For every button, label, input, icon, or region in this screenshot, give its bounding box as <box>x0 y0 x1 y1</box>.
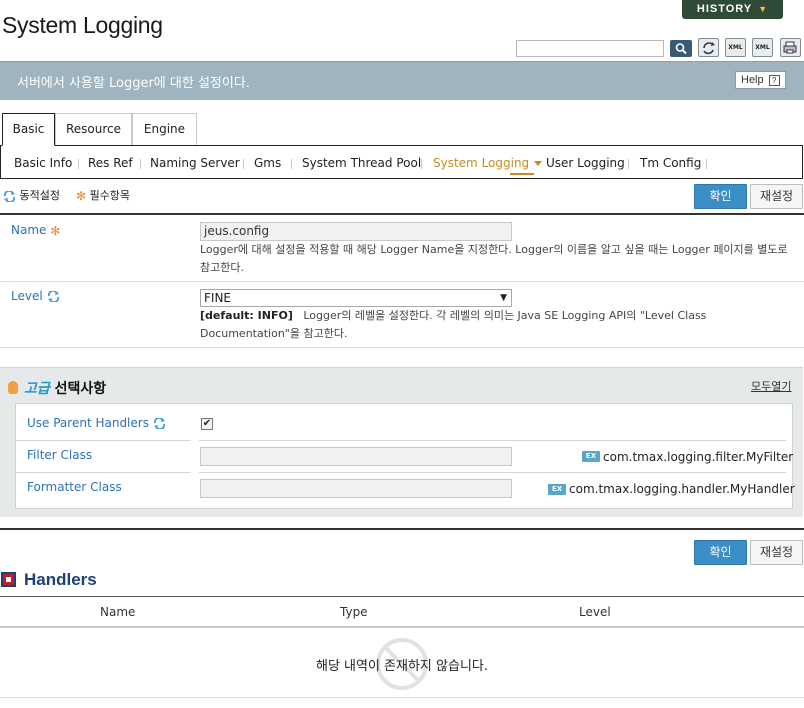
section-bottom-border <box>0 528 804 530</box>
row-divider <box>0 281 804 282</box>
dropdown-arrow-icon: ▼ <box>500 293 507 303</box>
table-bottom-border <box>0 697 804 698</box>
handlers-title: Handlers <box>24 570 97 589</box>
refresh-icon[interactable] <box>698 38 719 57</box>
level-select-value: FINE <box>204 291 231 305</box>
print-icon[interactable] <box>780 38 801 57</box>
formatter-class-label: Formatter Class <box>27 480 122 494</box>
subnav-tm-config[interactable]: Tm Config <box>640 156 701 170</box>
example-badge: EX <box>548 484 566 495</box>
subnav-system-logging-label: System Logging <box>433 156 530 170</box>
row-divider <box>0 347 804 348</box>
expand-all-link[interactable]: 모두열기 <box>751 378 791 394</box>
level-label-text: Level <box>11 289 43 303</box>
advanced-title-accent: 고급 <box>24 381 50 397</box>
subnav-separator <box>291 159 292 169</box>
table-header-border <box>0 626 804 628</box>
tab-basic[interactable]: Basic <box>2 113 55 146</box>
filter-class-example: com.tmax.logging.filter.MyFilter <box>603 450 794 464</box>
level-description: [default: INFO] Logger의 레벨을 설정한다. 각 레벨의 … <box>200 307 795 343</box>
xml-import-icon[interactable]: XML <box>752 38 773 57</box>
name-label: Name ✻ <box>11 223 60 238</box>
legend-dynamic: 동적설정 <box>3 187 60 203</box>
required-icon: ✻ <box>76 189 87 203</box>
form-top-border <box>0 213 804 215</box>
subnav-basic-info[interactable]: Basic Info <box>14 156 72 170</box>
advanced-title-rest: 선택사항 <box>49 381 107 397</box>
use-parent-handlers-text: Use Parent Handlers <box>27 416 149 430</box>
row-divider <box>16 472 191 473</box>
search-button[interactable] <box>670 40 692 57</box>
ok-button[interactable]: 확인 <box>694 184 747 209</box>
row-divider <box>199 440 786 441</box>
ok-button-bottom[interactable]: 확인 <box>694 540 747 565</box>
subnav-res-ref[interactable]: Res Ref <box>88 156 133 170</box>
legend-required: ✻ 필수항목 <box>76 187 130 203</box>
formatter-class-example: com.tmax.logging.handler.MyHandler <box>569 482 795 496</box>
history-label: HISTORY <box>696 3 753 15</box>
row-divider <box>16 440 191 441</box>
legend-dynamic-label: 동적설정 <box>19 189 60 202</box>
reset-button[interactable]: 재설정 <box>750 184 803 209</box>
subnav-separator <box>421 159 422 169</box>
formatter-class-field[interactable] <box>200 479 512 498</box>
sync-icon <box>153 417 165 430</box>
chevron-down-icon: ▼ <box>758 4 769 14</box>
use-parent-handlers-label: Use Parent Handlers <box>27 416 166 430</box>
bulb-icon <box>8 381 18 394</box>
subnav-system-logging[interactable]: System Logging <box>433 156 543 170</box>
xml-export-icon[interactable]: XML <box>725 38 746 57</box>
legend-required-label: 필수항목 <box>89 189 131 202</box>
required-icon: ✻ <box>50 223 61 238</box>
use-parent-handlers-checkbox[interactable]: ✔ <box>201 418 213 430</box>
column-header-level[interactable]: Level <box>579 605 611 619</box>
help-button[interactable]: Help? <box>735 71 786 89</box>
caret-down-icon <box>534 161 543 166</box>
help-label: Help <box>741 74 764 86</box>
page-title: System Logging <box>2 12 163 38</box>
example-badge: EX <box>582 451 600 462</box>
name-field[interactable]: jeus.config <box>200 222 512 241</box>
subnav-separator <box>243 159 244 169</box>
handlers-icon <box>1 572 16 587</box>
advanced-title: 고급 선택사항 <box>24 378 106 398</box>
subnav-system-thread-pool[interactable]: System Thread Pool <box>302 156 421 170</box>
subnav-gms[interactable]: Gms <box>254 156 281 170</box>
banner-text: 서버에서 사용할 Logger에 대한 설정이다. <box>17 76 250 91</box>
history-button[interactable]: HISTORY ▼ <box>682 0 783 19</box>
subnav-user-logging[interactable]: User Logging <box>546 156 625 170</box>
row-divider <box>199 472 786 473</box>
sync-icon <box>47 290 59 303</box>
tab-resource[interactable]: Resource <box>55 113 132 146</box>
reset-button-bottom[interactable]: 재설정 <box>750 540 803 565</box>
subnav-separator <box>628 159 629 169</box>
level-label: Level <box>11 289 60 303</box>
empty-message: 해당 내역이 존재하지 않습니다. <box>315 659 488 674</box>
sync-icon <box>4 189 15 203</box>
level-default: [default: INFO] <box>200 309 293 322</box>
search-input[interactable] <box>516 40 664 57</box>
column-header-name[interactable]: Name <box>100 605 135 619</box>
tab-engine[interactable]: Engine <box>132 113 197 146</box>
filter-class-field[interactable] <box>200 447 512 466</box>
filter-class-label: Filter Class <box>27 448 93 462</box>
active-underline <box>510 173 534 175</box>
column-header-type[interactable]: Type <box>340 605 368 619</box>
name-description: Logger에 대해 설정을 적용할 때 해당 Logger Name을 지정한… <box>200 243 788 274</box>
subnav-naming-server[interactable]: Naming Server <box>150 156 240 170</box>
table-top-border <box>0 596 804 597</box>
search-icon <box>675 43 687 55</box>
subnav-separator <box>706 159 707 169</box>
subnav-separator <box>140 159 141 169</box>
question-icon: ? <box>768 75 780 86</box>
name-label-text: Name <box>11 223 47 237</box>
level-select[interactable]: FINE ▼ <box>200 289 512 307</box>
subnav-separator <box>78 159 79 169</box>
